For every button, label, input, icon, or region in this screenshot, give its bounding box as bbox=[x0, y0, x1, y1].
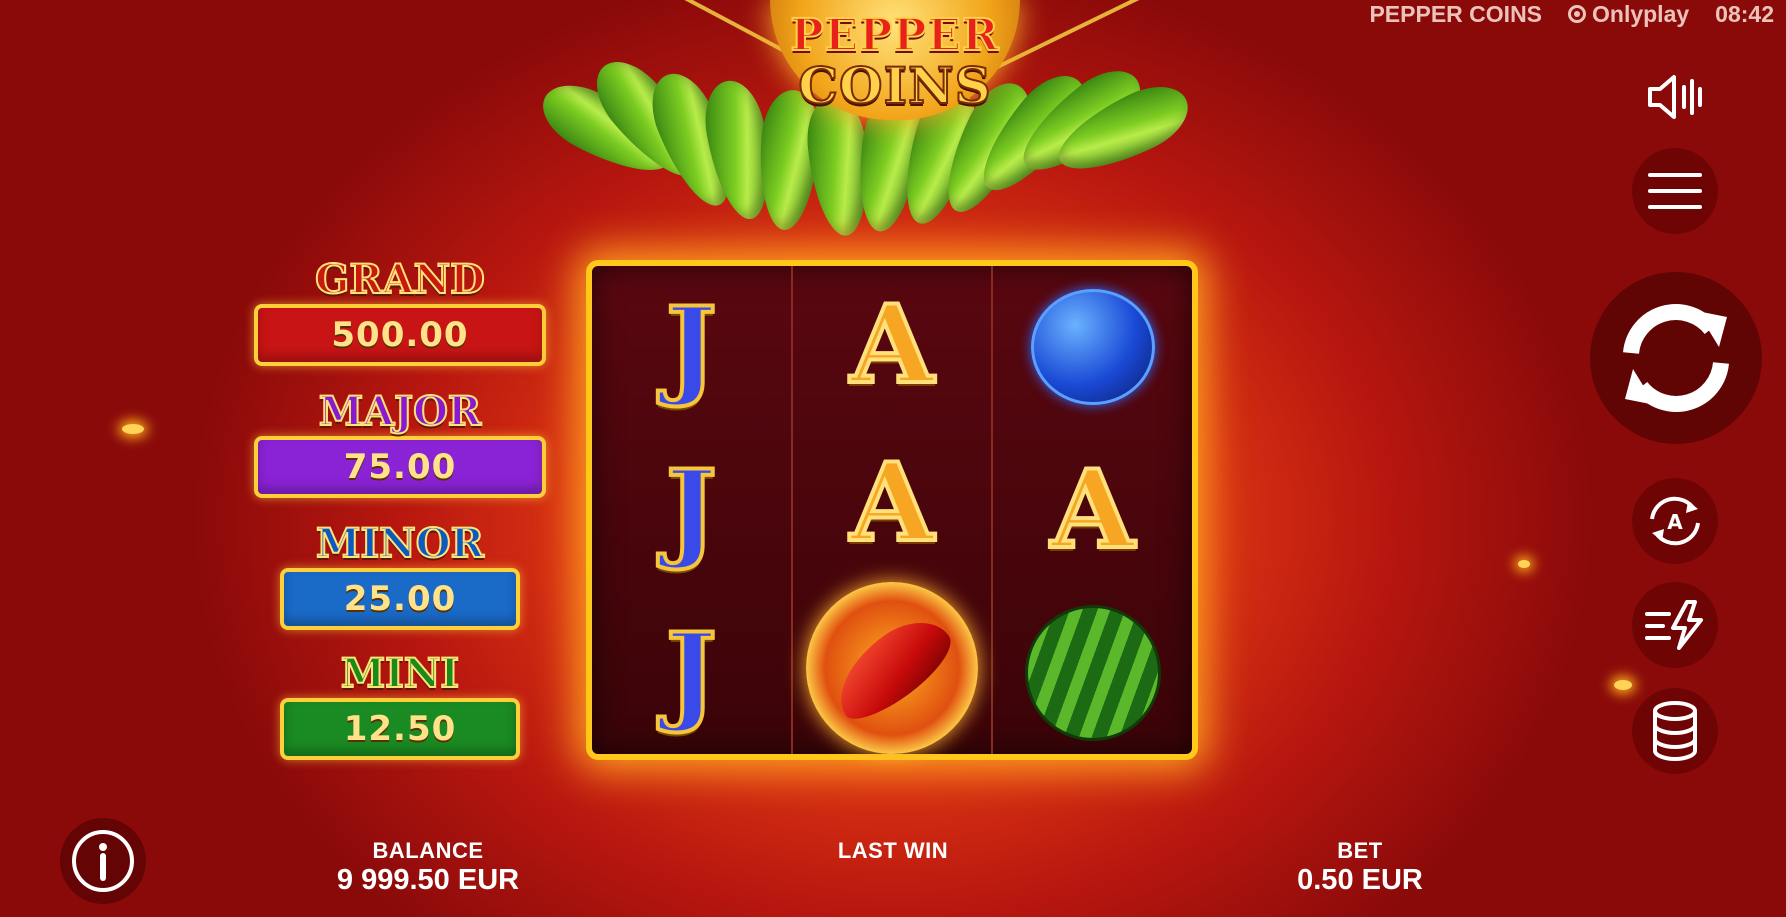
menu-icon bbox=[1648, 173, 1702, 209]
reel-symbol-watermelon bbox=[993, 591, 1192, 754]
svg-text:A: A bbox=[1667, 510, 1683, 534]
logo-line-2: COINS bbox=[797, 55, 992, 116]
reel-2: A A bbox=[793, 266, 994, 754]
autoplay-icon: A bbox=[1650, 496, 1700, 546]
reel-symbol-pepper-coin bbox=[793, 582, 992, 754]
jackpot-name: MINI bbox=[340, 650, 460, 697]
balance-value: 9 999.50 EUR bbox=[336, 864, 520, 896]
jackpot-value: 500.00 bbox=[254, 304, 546, 366]
jackpot-mini: MINI 12.50 bbox=[250, 650, 550, 760]
chili-pepper bbox=[820, 605, 964, 731]
info-icon bbox=[72, 830, 134, 892]
reel-symbol-a: A bbox=[848, 280, 936, 410]
game-name: PEPPER COINS bbox=[1369, 0, 1543, 27]
reel-symbol-a: A bbox=[848, 438, 936, 568]
spin-icon bbox=[1623, 304, 1729, 412]
turbo-icon bbox=[1645, 600, 1703, 650]
bet-display: BET 0.50 EUR bbox=[1260, 838, 1460, 897]
jackpot-grand: GRAND 500.00 bbox=[250, 256, 550, 366]
provider-name: Onlyplay bbox=[1592, 0, 1690, 27]
last-win-display: LAST WIN bbox=[793, 838, 993, 864]
sound-button[interactable] bbox=[1636, 62, 1716, 132]
clock: 08:42 bbox=[1715, 0, 1774, 27]
logo-line-1: PEPPER bbox=[790, 9, 1000, 62]
reel-symbol-plum bbox=[993, 266, 1192, 429]
watermelon-icon bbox=[1024, 604, 1161, 741]
reel-3: A bbox=[993, 266, 1192, 754]
jackpot-name: MINOR bbox=[315, 520, 485, 567]
jackpot-minor: MINOR 25.00 bbox=[250, 520, 550, 630]
balance-label: BALANCE bbox=[372, 838, 484, 863]
plum-icon bbox=[1030, 289, 1155, 406]
jackpot-value: 12.50 bbox=[280, 698, 520, 760]
spin-button[interactable] bbox=[1590, 272, 1762, 444]
pepper-coin-icon bbox=[806, 582, 978, 754]
jackpot-name: GRAND bbox=[314, 256, 486, 303]
balance-display: BALANCE 9 999.50 EUR bbox=[300, 838, 556, 897]
sound-icon bbox=[1648, 75, 1702, 119]
bet-button[interactable] bbox=[1632, 688, 1718, 774]
status-bar: PEPPER COINS Onlyplay 08:42 bbox=[1369, 0, 1774, 28]
background-spark bbox=[1614, 680, 1632, 690]
coins-stack-icon bbox=[1653, 701, 1697, 762]
reel-1: J J J bbox=[592, 266, 793, 754]
menu-button[interactable] bbox=[1632, 148, 1718, 234]
info-button[interactable] bbox=[60, 818, 146, 904]
jackpot-value: 75.00 bbox=[254, 436, 546, 498]
jackpot-name: MAJOR bbox=[318, 388, 482, 435]
background-spark bbox=[1518, 560, 1530, 568]
bet-label: BET bbox=[1337, 838, 1383, 863]
bet-value: 0.50 EUR bbox=[1297, 864, 1423, 896]
reel-symbol-j: J bbox=[664, 445, 719, 575]
reel-symbol-j: J bbox=[664, 608, 719, 738]
provider-brand: Onlyplay bbox=[1568, 1, 1689, 28]
reel-symbol-a: A bbox=[1049, 445, 1137, 575]
jackpot-value: 25.00 bbox=[280, 568, 520, 630]
provider-logo-icon bbox=[1568, 5, 1587, 23]
autoplay-button[interactable]: A bbox=[1632, 478, 1718, 564]
reel-grid: J J J A A A bbox=[586, 260, 1198, 760]
reel-symbol-j: J bbox=[664, 282, 719, 412]
turbo-button[interactable] bbox=[1632, 582, 1718, 668]
last-win-label: LAST WIN bbox=[837, 838, 949, 863]
background-spark bbox=[122, 424, 144, 434]
jackpot-major: MAJOR 75.00 bbox=[250, 388, 550, 498]
game-logo: PEPPER COINS bbox=[531, 0, 1230, 255]
